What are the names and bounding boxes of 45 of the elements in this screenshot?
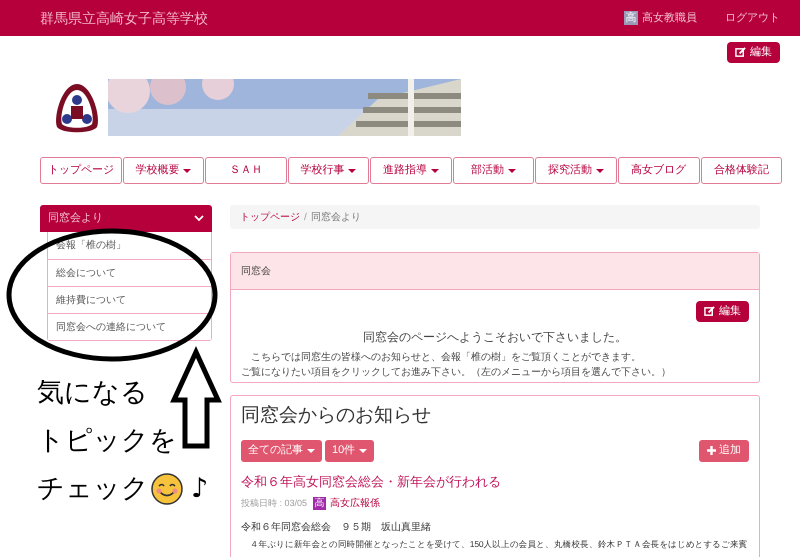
nav-tab[interactable]: 合格体験記 xyxy=(700,157,782,184)
nav-tab[interactable]: 高女ブログ xyxy=(618,157,700,184)
filter-dropdown[interactable]: 全ての記事 xyxy=(241,440,322,462)
nav-tab[interactable]: 学校概要 xyxy=(122,157,204,184)
sidebar-title: 同窓会より xyxy=(48,210,103,226)
panel-heading: 同窓会 xyxy=(241,264,271,278)
nav-tab[interactable]: 探究活動 xyxy=(535,157,617,184)
site-title[interactable]: 群馬県立高崎女子高等学校 xyxy=(40,8,208,28)
author-badge: 高 xyxy=(313,497,326,510)
welcome-title: 同窓会のページへようこそおいで下さいました。 xyxy=(363,329,627,346)
filter-dropdown[interactable]: 10件 xyxy=(325,440,374,462)
annotation-text: 気になる xyxy=(37,376,148,410)
plus-icon xyxy=(707,446,716,455)
nav-tab[interactable]: トップページ xyxy=(40,157,122,184)
post-date: 投稿日時 : 03/05 xyxy=(241,496,308,510)
caret-icon xyxy=(307,448,315,452)
nav-tab[interactable]: ＳＡＨ xyxy=(205,157,287,184)
section-heading: 同窓会からのお知らせ xyxy=(241,404,432,428)
user-badge: 高 xyxy=(624,11,638,25)
music-note: ♪ xyxy=(191,472,208,506)
sidebar-header[interactable]: 同窓会より xyxy=(40,205,212,232)
author-link[interactable]: 高女広報係 xyxy=(330,496,380,511)
logout-link[interactable]: ログアウト xyxy=(725,10,780,26)
breadcrumb-current: 同窓会より xyxy=(310,210,361,224)
smiley-icon xyxy=(151,473,183,505)
nav-tab[interactable]: 部活動 xyxy=(452,157,534,184)
user-name[interactable]: 高女教職員 xyxy=(642,10,697,26)
add-button[interactable]: 追加 xyxy=(699,440,749,462)
article-title-link[interactable]: 令和６年高女同窓会総会・新年会が行われる xyxy=(241,472,749,491)
breadcrumb-link[interactable]: トップページ xyxy=(240,210,300,224)
intro-text: こちらでは同窓生の皆様へのお知らせと、会報「椎の樹」をご覧頂くことができます。 xyxy=(250,350,642,365)
caret-icon xyxy=(359,448,368,452)
edit-icon xyxy=(735,47,746,58)
nav-tab[interactable]: 学校行事 xyxy=(288,157,370,184)
nav-tab[interactable]: 進路指導 xyxy=(370,157,452,184)
annotation-text: チェック xyxy=(37,472,149,506)
edit-button[interactable]: 編集 xyxy=(696,301,749,322)
intro-text: ご覧になりたい項目をクリックしてお進み下さい。（左のメニューから項目を選んで下さい。） xyxy=(241,366,672,380)
article-text: ４年ぶりに新年会との同時開催となったことを受けて、150人以上の会員と、丸橋校長、鈴木ＰＴＡ会長をはじめとするご来賓 xyxy=(248,539,748,550)
annotation-text: トピックを xyxy=(37,424,177,458)
edit-icon xyxy=(704,306,715,317)
article-subtitle: 令和６年同窓会総会 ９５期 坂山真里緒 xyxy=(241,520,432,535)
sidebar-item[interactable]: 同窓会への連絡について xyxy=(48,313,211,340)
breadcrumb-separator: / xyxy=(304,210,307,224)
edit-button[interactable]: 編集 xyxy=(727,42,780,63)
